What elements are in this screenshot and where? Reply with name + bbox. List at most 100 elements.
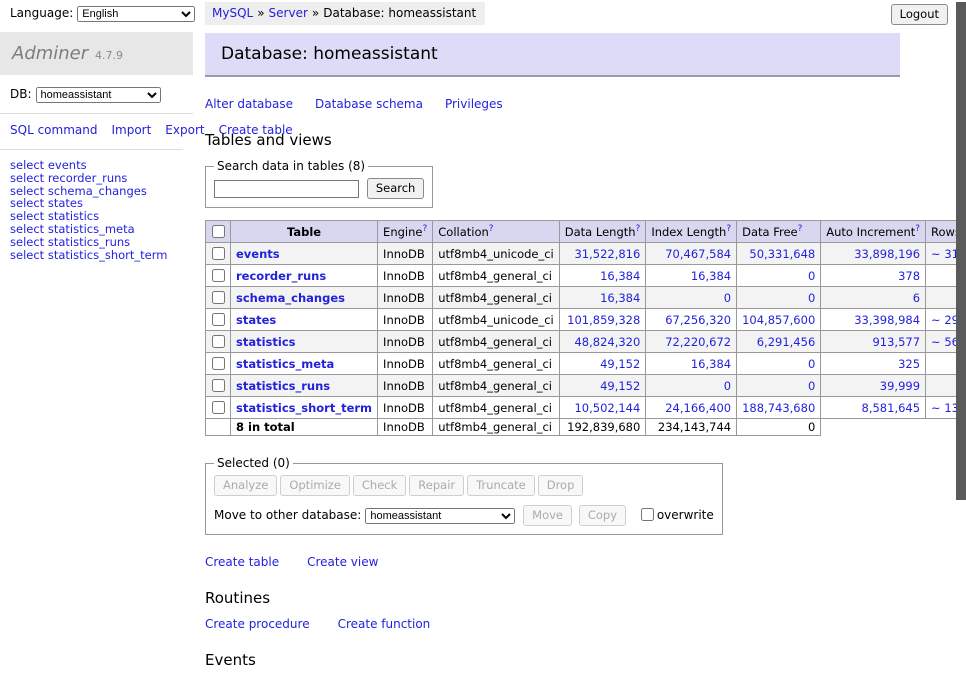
optimize-button[interactable]: Optimize — [280, 475, 350, 496]
action-link-alter-database[interactable]: Alter database — [205, 97, 293, 111]
cell-engine: InnoDB — [378, 331, 433, 353]
table-link-recorder_runs[interactable]: recorder_runs — [236, 269, 326, 283]
table-row: statistics_short_termInnoDButf8mb4_gener… — [206, 397, 966, 419]
value-link-auto-increment[interactable]: 33,398,984 — [854, 313, 920, 327]
sidebar-select-events[interactable]: select events — [10, 159, 193, 172]
value-link-data-length[interactable]: 10,502,144 — [574, 401, 640, 415]
drop-button[interactable]: Drop — [538, 475, 584, 496]
row-checkbox[interactable] — [212, 247, 225, 260]
help-icon[interactable]: ? — [489, 224, 494, 234]
value-link-data-length[interactable]: 31,522,816 — [574, 247, 640, 261]
table-link-statistics_meta[interactable]: statistics_meta — [236, 357, 334, 371]
value-link-auto-increment[interactable]: 378 — [898, 269, 920, 283]
row-checkbox[interactable] — [212, 269, 225, 282]
truncate-button[interactable]: Truncate — [467, 475, 535, 496]
breadcrumb-mysql[interactable]: MySQL — [212, 6, 253, 20]
value-link-index-length[interactable]: 70,467,584 — [665, 247, 731, 261]
value-link-data-free[interactable]: 0 — [808, 379, 815, 393]
move-db-select[interactable]: homeassistant — [365, 508, 515, 524]
repair-button[interactable]: Repair — [409, 475, 464, 496]
search-legend: Search data in tables (8) — [214, 159, 368, 173]
help-icon[interactable]: ? — [726, 224, 731, 234]
value-link-data-free[interactable]: 6,291,456 — [757, 335, 816, 349]
action-link-privileges[interactable]: Privileges — [445, 97, 503, 111]
footer-link-create-view[interactable]: Create view — [307, 555, 378, 569]
value-link-data-free[interactable]: 0 — [808, 357, 815, 371]
search-button[interactable]: Search — [367, 178, 425, 199]
row-checkbox[interactable] — [212, 291, 225, 304]
copy-button[interactable]: Copy — [579, 505, 626, 526]
value-link-data-free[interactable]: 104,857,600 — [742, 313, 815, 327]
value-link-index-length[interactable]: 16,384 — [691, 357, 731, 371]
value-link-auto-increment[interactable]: 325 — [898, 357, 920, 371]
help-icon[interactable]: ? — [422, 224, 427, 234]
sidebar-select-statistics_runs[interactable]: select statistics_runs — [10, 236, 193, 249]
value-link-index-length[interactable]: 16,384 — [691, 269, 731, 283]
table-link-statistics_short_term[interactable]: statistics_short_term — [236, 401, 372, 415]
value-link-data-free[interactable]: 0 — [808, 291, 815, 305]
row-checkbox[interactable] — [212, 379, 225, 392]
vertical-scrollbar[interactable] — [956, 0, 966, 543]
table-link-statistics_runs[interactable]: statistics_runs — [236, 379, 330, 393]
sidebar-select-recorder_runs[interactable]: select recorder_runs — [10, 172, 193, 185]
value-link-index-length[interactable]: 24,166,400 — [665, 401, 731, 415]
sidebar-select-statistics_meta[interactable]: select statistics_meta — [10, 223, 193, 236]
footer-link-create-table[interactable]: Create table — [205, 555, 279, 569]
value-link-index-length[interactable]: 67,256,320 — [665, 313, 731, 327]
value-link-auto-increment[interactable]: 8,581,645 — [862, 401, 921, 415]
value-link-index-length[interactable]: 0 — [724, 379, 731, 393]
routines-link-create-procedure[interactable]: Create procedure — [205, 617, 310, 631]
table-link-statistics[interactable]: statistics — [236, 335, 296, 349]
search-input[interactable] — [214, 180, 359, 198]
action-link-database-schema[interactable]: Database schema — [315, 97, 423, 111]
cell-data-length: 16,384 — [559, 287, 646, 309]
cell-collation: utf8mb4_general_ci — [433, 353, 560, 375]
table-link-events[interactable]: events — [236, 247, 280, 261]
routines-link-create-function[interactable]: Create function — [338, 617, 431, 631]
logout-button[interactable]: Logout — [891, 4, 948, 25]
check-button[interactable]: Check — [353, 475, 406, 496]
select-all-checkbox[interactable] — [212, 225, 225, 238]
help-icon[interactable]: ? — [915, 224, 920, 234]
breadcrumb-server[interactable]: Server — [269, 6, 308, 20]
move-button[interactable]: Move — [523, 505, 572, 526]
sidebar-link-export[interactable]: Export — [165, 123, 204, 137]
value-link-index-length[interactable]: 0 — [724, 291, 731, 305]
value-link-data-free[interactable]: 188,743,680 — [742, 401, 815, 415]
value-link-auto-increment[interactable]: 6 — [913, 291, 920, 305]
sidebar-select-statistics_short_term[interactable]: select statistics_short_term — [10, 249, 193, 262]
value-link-data-length[interactable]: 49,152 — [600, 379, 640, 393]
cell-auto-increment: 6 — [821, 287, 926, 309]
analyze-button[interactable]: Analyze — [214, 475, 277, 496]
value-link-data-length[interactable]: 49,152 — [600, 357, 640, 371]
table-link-states[interactable]: states — [236, 313, 276, 327]
value-link-data-free[interactable]: 0 — [808, 269, 815, 283]
scrollbar-thumb[interactable] — [956, 2, 966, 500]
total-data-free: 0 — [737, 419, 821, 436]
table-link-schema_changes[interactable]: schema_changes — [236, 291, 345, 305]
sidebar-link-import[interactable]: Import — [111, 123, 151, 137]
help-icon[interactable]: ? — [798, 224, 803, 234]
value-link-data-free[interactable]: 50,331,648 — [749, 247, 815, 261]
row-checkbox[interactable] — [212, 335, 225, 348]
cell-auto-increment: 378 — [821, 265, 926, 287]
db-select[interactable]: homeassistant — [36, 87, 161, 103]
value-link-auto-increment[interactable]: 39,999 — [880, 379, 920, 393]
cell-collation: utf8mb4_general_ci — [433, 331, 560, 353]
language-select[interactable]: English — [77, 6, 195, 22]
value-link-data-length[interactable]: 16,384 — [600, 269, 640, 283]
value-link-index-length[interactable]: 72,220,672 — [665, 335, 731, 349]
overwrite-checkbox[interactable] — [641, 508, 654, 521]
value-link-data-length[interactable]: 101,859,328 — [567, 313, 640, 327]
value-link-auto-increment[interactable]: 33,898,196 — [854, 247, 920, 261]
value-link-auto-increment[interactable]: 913,577 — [872, 335, 920, 349]
column-header-index-length: Index Length? — [646, 221, 737, 243]
sidebar-link-sql-command[interactable]: SQL command — [10, 123, 97, 137]
row-checkbox[interactable] — [212, 401, 225, 414]
value-link-data-length[interactable]: 48,824,320 — [574, 335, 640, 349]
value-link-data-length[interactable]: 16,384 — [600, 291, 640, 305]
help-icon[interactable]: ? — [636, 224, 641, 234]
row-checkbox[interactable] — [212, 357, 225, 370]
row-checkbox[interactable] — [212, 313, 225, 326]
cell-table-name: statistics_runs — [231, 375, 378, 397]
